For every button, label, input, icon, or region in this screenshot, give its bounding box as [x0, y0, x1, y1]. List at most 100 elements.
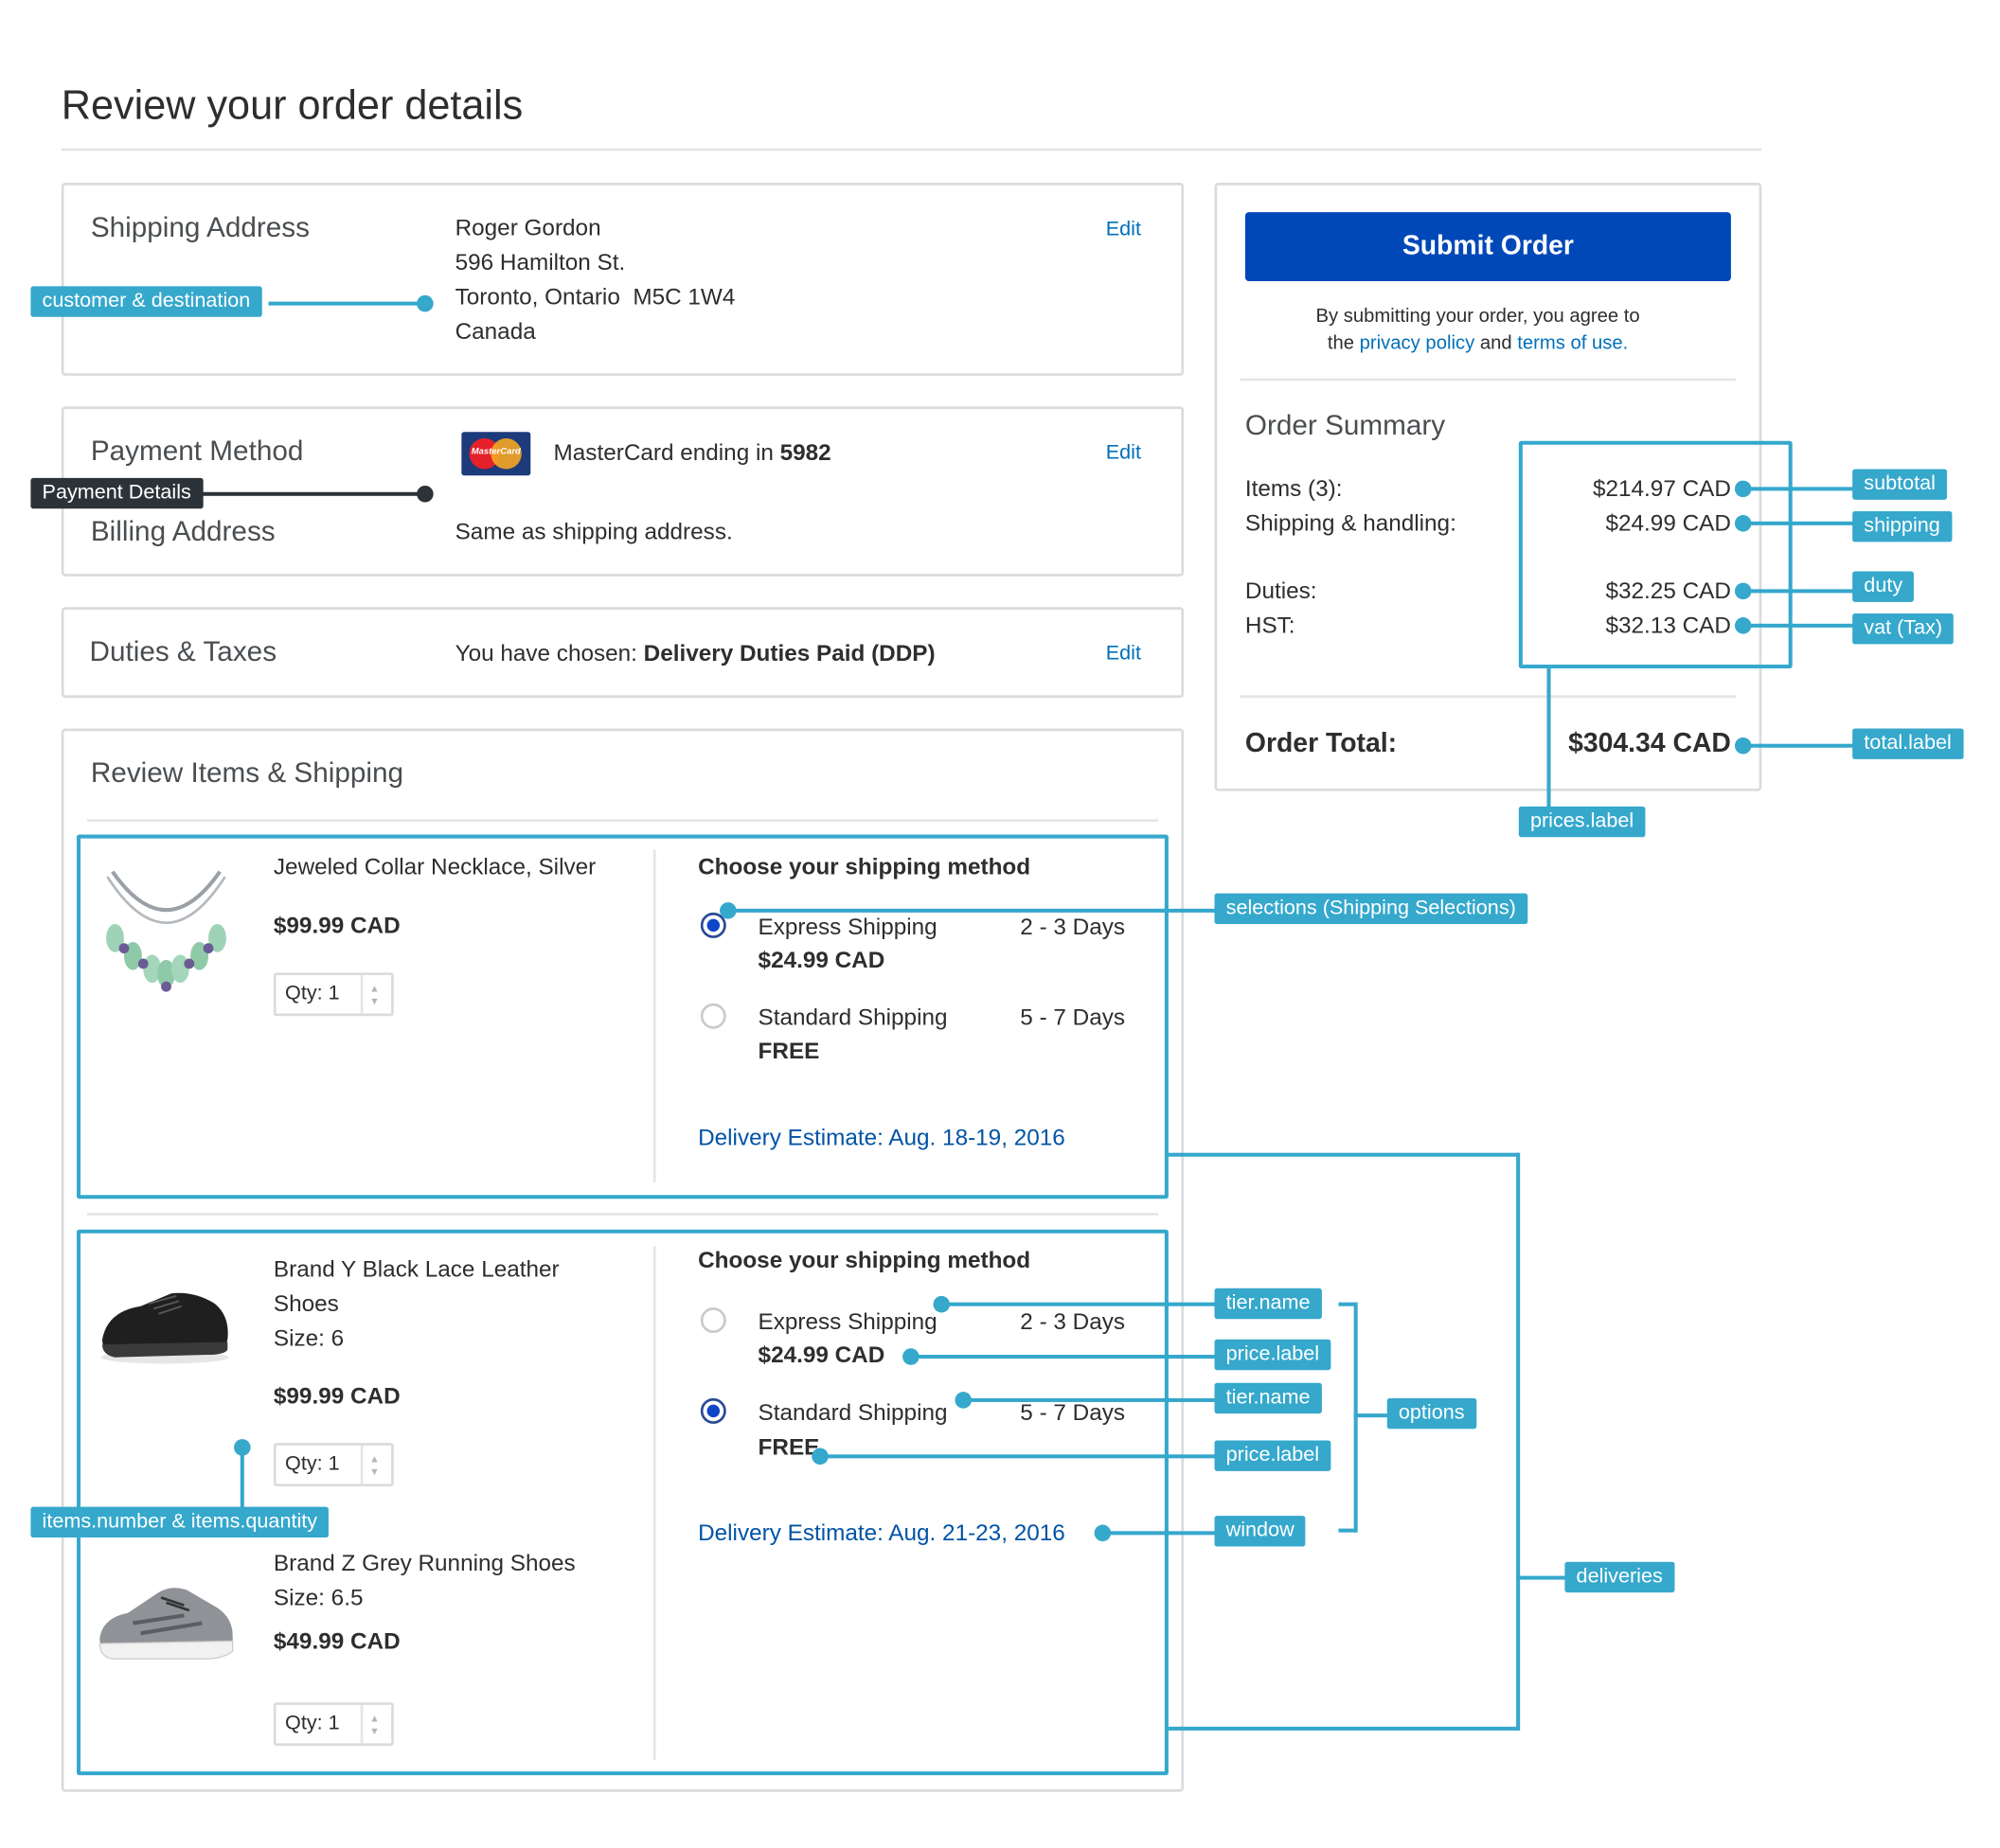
item-name-line2: Shoes — [273, 1290, 339, 1317]
annotation-connector — [268, 301, 422, 306]
privacy-policy-link[interactable]: privacy policy — [1360, 332, 1475, 354]
annotation-selections: selections (Shipping Selections) — [1214, 893, 1527, 925]
card-text: MasterCard ending in — [553, 439, 780, 466]
duties-label: Duties: — [1244, 578, 1317, 604]
edit-payment-link[interactable]: Edit — [1106, 442, 1141, 465]
annotation-window: window — [1214, 1516, 1306, 1547]
item-price: $99.99 CAD — [273, 912, 401, 938]
prices-highlight — [1518, 440, 1793, 669]
annotation-connector — [1748, 623, 1854, 628]
annotation-total-label: total.label — [1852, 728, 1963, 759]
annotation-bracket — [1338, 1528, 1357, 1533]
quantity-stepper[interactable]: Qty: 1 ▲ ▼ — [273, 972, 394, 1017]
quantity-label: Qty: 1 — [285, 983, 340, 1005]
annotation-shipping: shipping — [1852, 511, 1952, 542]
shipping-tier-price: $24.99 CAD — [758, 1342, 885, 1368]
quantity-spinner[interactable]: ▲ ▼ — [360, 1445, 391, 1484]
duties-heading: Duties & Taxes — [89, 634, 277, 667]
annotation-deliveries: deliveries — [1564, 1561, 1674, 1593]
mastercard-logo-text: MasterCard — [471, 447, 521, 456]
billing-address-heading: Billing Address — [90, 515, 276, 547]
mastercard-logo: MasterCard — [461, 432, 531, 476]
annotation-bracket — [1168, 1152, 1519, 1157]
recipient-name: Roger Gordon — [455, 214, 601, 240]
shipping-address-heading: Shipping Address — [90, 210, 311, 243]
item-name: Brand Z Grey Running Shoes — [273, 1550, 576, 1576]
submit-order-button[interactable]: Submit Order — [1244, 212, 1731, 281]
order-review-page: Review your order details Shipping Addre… — [0, 0, 1999, 1845]
annotation-connector — [1546, 666, 1551, 808]
shipping-tier-name: Express Shipping — [758, 914, 938, 940]
shipping-tier-days: 2 - 3 Days — [1020, 1308, 1126, 1335]
agreement-line1: By submitting your order, you agree to — [1315, 305, 1640, 328]
annotation-tier-name: tier.name — [1214, 1288, 1322, 1320]
shipping-option-radio[interactable] — [700, 1003, 726, 1029]
necklace-product-image — [106, 870, 226, 992]
item-size: Size: 6 — [273, 1324, 345, 1351]
annotation-options: options — [1386, 1397, 1476, 1430]
delivery-1-column-divider — [652, 849, 656, 1182]
shipping-tier-name: Standard Shipping — [758, 1399, 948, 1426]
annotation-connector — [969, 1397, 1216, 1402]
review-divider-middle — [86, 1213, 1159, 1216]
annotation-connector — [1748, 487, 1854, 491]
payment-method-heading: Payment Method — [90, 435, 304, 467]
edit-shipping-address-link[interactable]: Edit — [1106, 219, 1141, 241]
annotation-connector — [826, 1454, 1216, 1459]
annotation-items-number-quantity: items.number & items.quantity — [30, 1506, 330, 1538]
shipping-tier-price: $24.99 CAD — [758, 947, 885, 973]
annotation-customer-destination: customer & destination — [30, 286, 262, 317]
agreement-and: and — [1474, 332, 1518, 354]
duties-chosen: You have chosen: Delivery Duties Paid (D… — [455, 640, 936, 666]
item-price: $49.99 CAD — [273, 1627, 401, 1654]
shipping-option-radio[interactable] — [700, 1307, 726, 1334]
title-divider — [61, 148, 1762, 151]
annotation-connector — [1516, 1575, 1568, 1580]
order-summary-heading: Order Summary — [1244, 409, 1446, 441]
delivery-estimate: Delivery Estimate: Aug. 18-19, 2016 — [698, 1125, 1065, 1150]
annotation-connector — [1353, 1413, 1390, 1418]
shipping-method-heading: Choose your shipping method — [698, 853, 1031, 880]
card-info: MasterCard ending in 5982 — [554, 439, 831, 466]
delivery-estimate: Delivery Estimate: Aug. 21-23, 2016 — [698, 1519, 1065, 1546]
annotation-connector — [733, 908, 1218, 913]
shipping-tier-days: 5 - 7 Days — [1020, 1004, 1126, 1031]
hst-label: HST: — [1244, 612, 1295, 638]
annotation-bracket — [1168, 1726, 1519, 1731]
annotation-connector — [1748, 589, 1854, 594]
quantity-spinner[interactable]: ▲ ▼ — [360, 1704, 391, 1744]
quantity-stepper[interactable]: Qty: 1 ▲ ▼ — [273, 1702, 394, 1747]
order-total-label: Order Total: — [1244, 728, 1398, 758]
quantity-label: Qty: 1 — [285, 1713, 340, 1734]
duties-chosen-value: Delivery Duties Paid (DDP) — [643, 640, 936, 666]
billing-address-value: Same as shipping address. — [455, 519, 733, 545]
delivery-2-column-divider — [652, 1246, 656, 1760]
shipping-tier-days: 2 - 3 Days — [1020, 914, 1126, 940]
page-title: Review your order details — [61, 81, 524, 128]
review-items-heading: Review Items & Shipping — [90, 756, 404, 789]
agreement-line2: the privacy policy and terms of use. — [1245, 332, 1710, 354]
annotation-price-label: price.label — [1214, 1440, 1331, 1471]
item-size: Size: 6.5 — [273, 1585, 364, 1610]
agreement-the: the — [1327, 332, 1360, 354]
edit-duties-link[interactable]: Edit — [1106, 643, 1141, 666]
quantity-spinner[interactable]: ▲ ▼ — [360, 975, 391, 1014]
address-city: Toronto, Ontario M5C 1W4 — [455, 283, 736, 310]
annotation-duty: duty — [1852, 571, 1915, 602]
shipping-option-radio[interactable] — [700, 1397, 726, 1424]
terms-of-use-link[interactable]: terms of use — [1517, 332, 1622, 354]
order-total-value: $304.34 CAD — [1568, 728, 1731, 758]
annotation-dot — [417, 294, 434, 312]
summary-divider-bottom — [1240, 695, 1737, 699]
item-name: Jeweled Collar Necklace, Silver — [273, 853, 597, 880]
duties-chosen-prefix: You have chosen: — [455, 640, 644, 666]
quantity-stepper[interactable]: Qty: 1 ▲ ▼ — [273, 1443, 394, 1487]
annotation-connector — [1108, 1531, 1216, 1536]
running-shoe-product-image — [98, 1588, 234, 1660]
agreement-end: . — [1622, 332, 1629, 354]
items-label: Items (3): — [1244, 475, 1343, 502]
annotation-connector — [1748, 521, 1854, 525]
item-price: $99.99 CAD — [273, 1382, 401, 1409]
annotation-bracket — [1516, 1152, 1521, 1731]
annotation-vat: vat (Tax) — [1852, 613, 1955, 645]
